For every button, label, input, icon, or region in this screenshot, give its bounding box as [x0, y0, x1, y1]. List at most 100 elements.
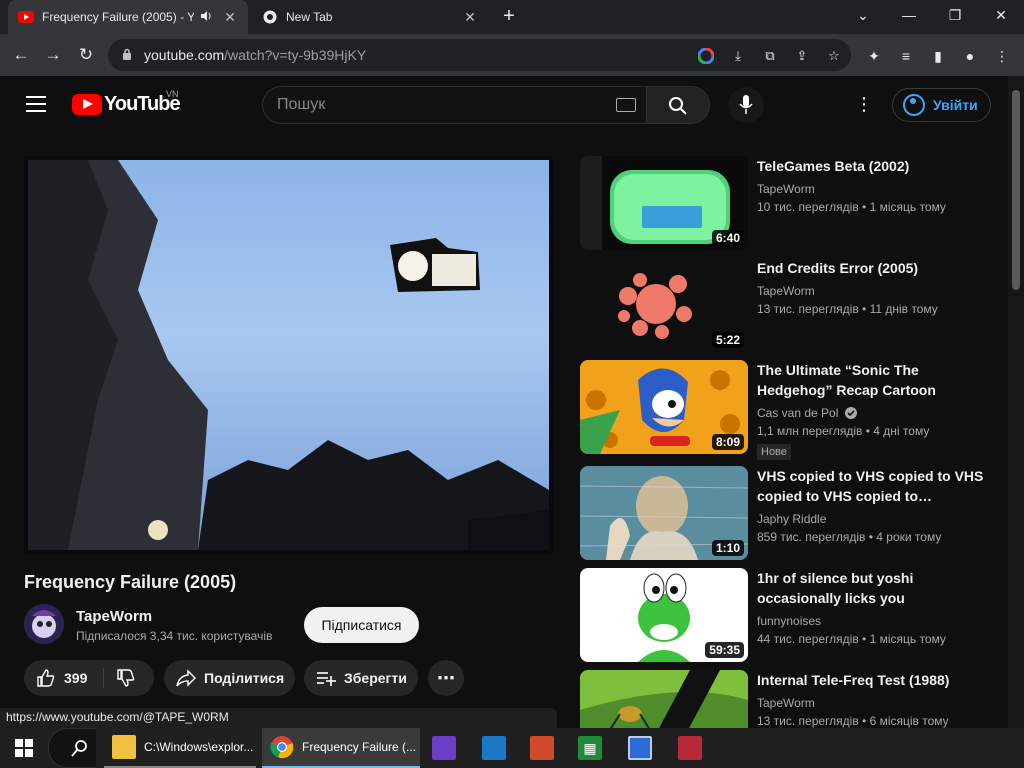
taskbar-app-news[interactable] — [670, 728, 710, 768]
chrome-label: Frequency Failure (... — [302, 740, 417, 754]
related-video-item[interactable]: 1:10 VHS copied to VHS copied to VHS cop… — [580, 466, 992, 562]
translate-icon[interactable]: ⧉ — [760, 46, 780, 66]
video-duration: 5:22 — [711, 332, 744, 348]
side-panel-icon[interactable]: ▮ — [928, 46, 948, 66]
related-video-item[interactable]: 8:09 The Ultimate “Sonic The Hedgehog” R… — [580, 360, 992, 464]
video-thumbnail[interactable]: 8:09 — [580, 360, 748, 454]
install-app-icon[interactable]: ⤓ — [728, 46, 748, 66]
search-placeholder: Пошук — [277, 96, 326, 113]
taskbar-app-purple[interactable] — [424, 728, 464, 768]
profile-icon[interactable]: ● — [960, 46, 980, 66]
tab-title: New Tab — [286, 10, 333, 24]
new-tab-plus-icon[interactable]: + — [498, 6, 520, 28]
video-thumbnail[interactable]: 6:40 — [580, 156, 748, 250]
reload-icon[interactable]: ↻ — [73, 42, 99, 68]
tab-search-chevron-icon[interactable]: ⌄ — [840, 0, 886, 34]
taskbar-chrome[interactable]: Frequency Failure (... — [262, 728, 420, 768]
speaker-icon[interactable] — [200, 10, 216, 25]
video-title: Frequency Failure (2005) — [24, 572, 237, 592]
explorer-label: C:\Windows\explor... — [144, 740, 254, 754]
search-button[interactable] — [646, 86, 710, 124]
video-thumbnail[interactable] — [580, 670, 748, 728]
page-scrollbar[interactable] — [1008, 76, 1024, 728]
related-video-item[interactable]: 6:40 TeleGames Beta (2002) TapeWorm 10 т… — [580, 156, 992, 252]
keyboard-icon[interactable] — [616, 98, 636, 112]
channel-row: TapeWorm Підписалося 3,34 тис. користува… — [24, 604, 554, 650]
related-video-item[interactable]: 5:22 End Credits Error (2005) TapeWorm 1… — [580, 258, 992, 354]
windows-taskbar: C:\Windows\explor... Frequency Failure (… — [0, 728, 1024, 768]
chrome-favicon-icon — [262, 9, 278, 25]
video-thumbnail[interactable]: 5:22 — [580, 258, 748, 352]
scrollbar-thumb[interactable] — [1012, 90, 1020, 290]
tab-close-icon[interactable]: ✕ — [462, 9, 478, 26]
taskbar-app-powerpoint[interactable] — [522, 728, 562, 768]
address-bar[interactable]: youtube.com/watch?v=ty-9b39HjKY ⤓ ⧉ ⇪ ☆ — [108, 39, 851, 71]
taskbar-app-blue[interactable] — [474, 728, 514, 768]
taskbar-file-explorer[interactable]: C:\Windows\explor... — [104, 728, 256, 768]
search-icon — [669, 97, 687, 115]
browser-toolbar: ← → ↻ youtube.com/watch?v=ty-9b39HjKY ⤓ … — [0, 34, 1024, 76]
more-actions-icon[interactable]: ⋯ — [428, 660, 464, 696]
extensions-puzzle-icon[interactable]: ✦ — [864, 46, 884, 66]
related-video-title: End Credits Error (2005) — [757, 260, 919, 276]
video-thumbnail[interactable]: 1:10 — [580, 466, 748, 560]
related-video-item[interactable]: Internal Tele-Freq Test (1988) TapeWorm … — [580, 670, 992, 728]
chrome-menu-icon[interactable]: ⋮ — [992, 46, 1012, 66]
window-close-icon[interactable]: ✕ — [978, 0, 1024, 34]
video-duration: 6:40 — [711, 230, 744, 246]
subscribe-button[interactable]: Підписатися — [304, 607, 419, 643]
youtube-masthead: YouTube VN Пошук ⋮ Увійти — [0, 76, 1008, 132]
app-icon — [482, 736, 506, 760]
video-duration: 8:09 — [711, 434, 744, 450]
related-video-item[interactable]: 59:35 1hr of silence but yoshi occasiona… — [580, 568, 992, 664]
related-video-title: VHS copied to VHS copied to VHS copied t… — [757, 468, 984, 504]
related-video-meta: 44 тис. переглядів • 1 місяць тому — [757, 632, 946, 646]
share-label: Поділитися — [204, 670, 285, 686]
chrome-icon — [270, 735, 294, 759]
related-video-channel: TapeWorm — [757, 284, 815, 298]
taskbar-search-icon[interactable] — [48, 728, 96, 768]
video-thumbnail[interactable]: 59:35 — [580, 568, 748, 662]
add-to-playlist-icon — [317, 672, 336, 686]
dislike-button[interactable] — [104, 668, 154, 688]
related-video-channel: Cas van de Pol — [757, 406, 857, 420]
restore-icon[interactable]: ❐ — [932, 0, 978, 34]
share-button[interactable]: Поділитися — [164, 660, 295, 696]
youtube-logo[interactable]: YouTube VN — [72, 89, 181, 116]
forward-arrow-icon[interactable]: → — [40, 42, 66, 68]
related-video-meta: 13 тис. переглядів • 11 днів тому — [757, 302, 938, 316]
bookmark-star-icon[interactable]: ☆ — [824, 46, 844, 66]
taskbar-app-calculator[interactable]: ▦ — [570, 728, 610, 768]
channel-name[interactable]: TapeWorm — [76, 608, 152, 625]
video-player[interactable] — [24, 156, 553, 554]
settings-more-icon[interactable]: ⋮ — [852, 92, 876, 116]
hamburger-menu-icon[interactable] — [26, 96, 46, 112]
lock-icon — [122, 48, 134, 63]
account-icon — [903, 94, 925, 116]
share-icon[interactable]: ⇪ — [792, 46, 812, 66]
related-video-channel: Japhy Riddle — [757, 512, 827, 526]
folder-icon — [112, 735, 136, 759]
back-arrow-icon[interactable]: ← — [8, 42, 34, 68]
tab-close-icon[interactable]: ✕ — [222, 9, 238, 26]
channel-avatar[interactable] — [24, 604, 64, 644]
start-windows-icon[interactable] — [0, 728, 48, 768]
browser-tab-strip: Frequency Failure (2005) - Y ✕ New Tab ✕… — [0, 0, 1024, 34]
url-host: youtube.com — [144, 47, 225, 63]
share-arrow-icon — [176, 669, 196, 687]
subscriber-count: Підписалося 3,34 тис. користувачів — [76, 629, 273, 643]
verified-check-icon — [842, 406, 857, 420]
taskbar-app-capture[interactable] — [620, 728, 660, 768]
sign-in-button[interactable]: Увійти — [892, 88, 991, 122]
minimize-icon[interactable]: — — [886, 0, 932, 34]
related-video-channel: TapeWorm — [757, 182, 815, 196]
search-input[interactable]: Пошук — [262, 86, 646, 124]
like-button[interactable]: 399 — [24, 668, 104, 688]
voice-search-button[interactable] — [728, 87, 764, 123]
media-control-icon[interactable]: ≡ — [896, 46, 916, 66]
save-button[interactable]: Зберегти — [304, 660, 418, 696]
related-video-title: TeleGames Beta (2002) — [757, 158, 910, 174]
google-icon[interactable] — [696, 46, 716, 66]
tab-frequency-failure[interactable]: Frequency Failure (2005) - Y ✕ — [8, 0, 248, 34]
tab-new-tab[interactable]: New Tab ✕ — [252, 0, 488, 34]
